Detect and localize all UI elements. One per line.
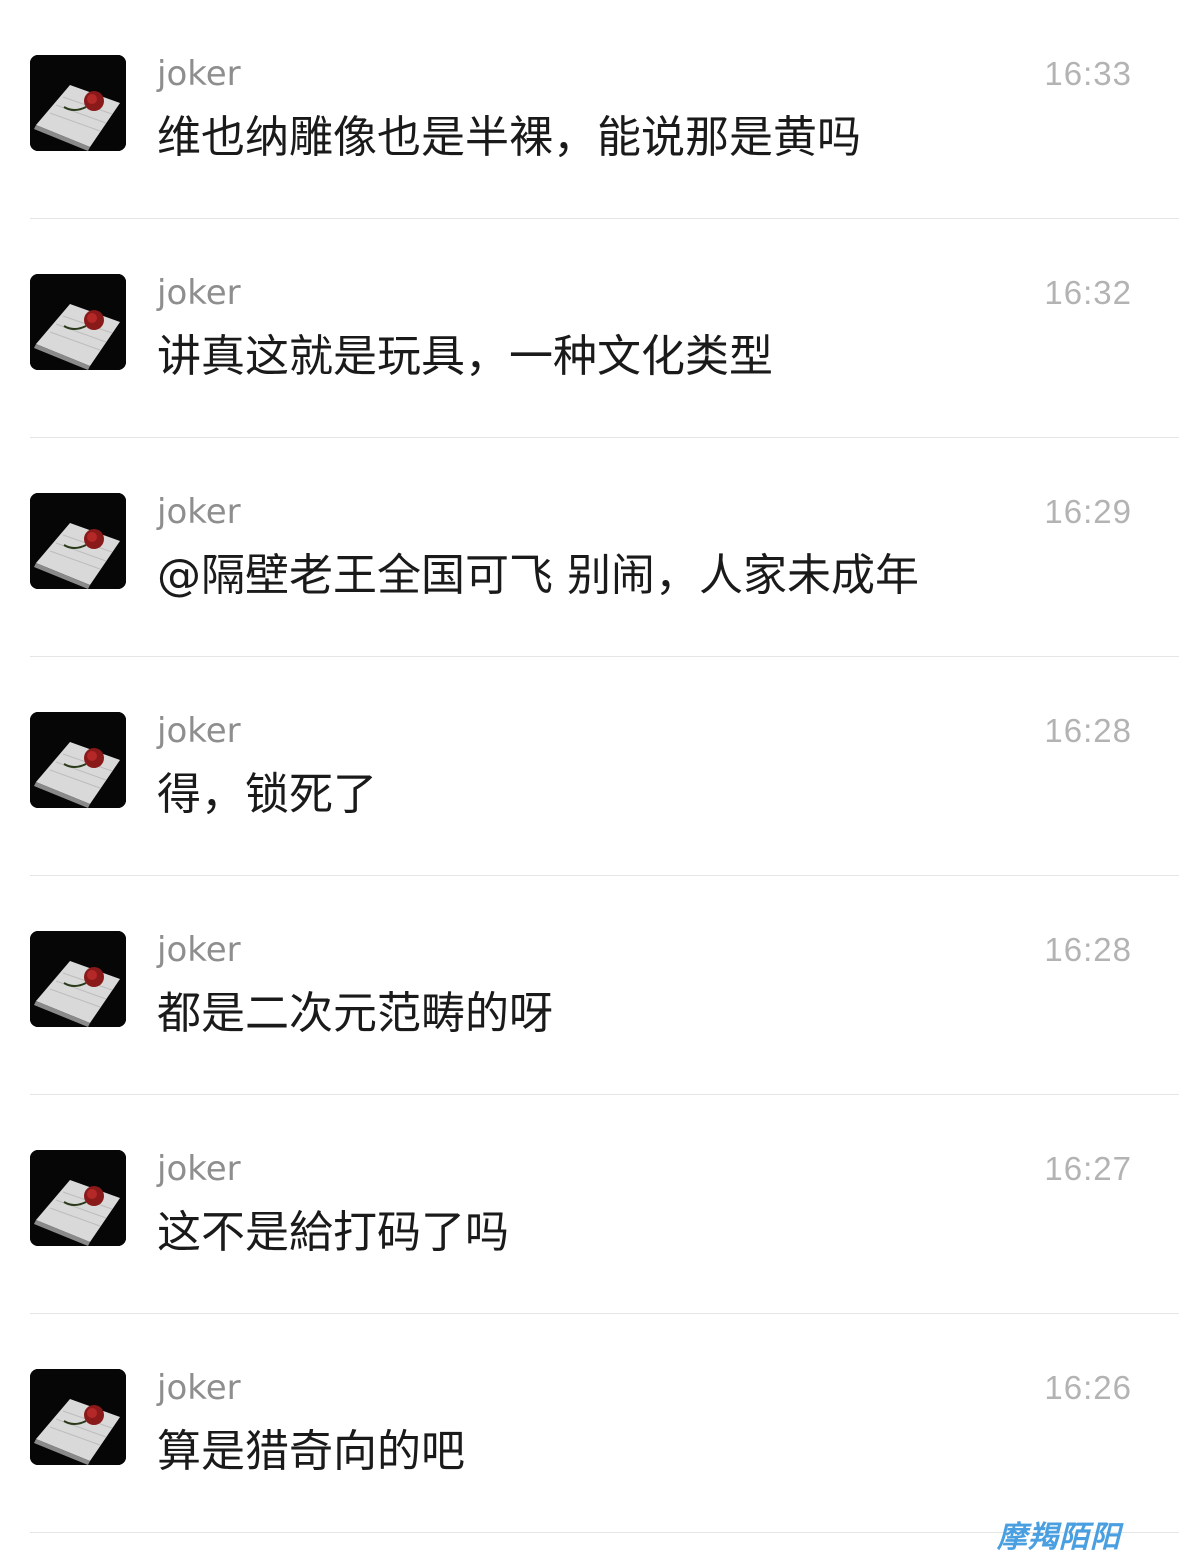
sender-name: joker: [157, 54, 241, 94]
message-time: 16:29: [1044, 493, 1132, 530]
message-text: 维也纳雕像也是半裸，能说那是黄吗: [157, 112, 861, 163]
message-text: 算是猎奇向的吧: [157, 1426, 465, 1477]
message-time: 16:26: [1044, 1369, 1132, 1406]
sender-name: joker: [157, 273, 241, 313]
sender-name: joker: [157, 711, 241, 751]
book-rose-icon: [30, 931, 126, 1027]
avatar[interactable]: [30, 712, 126, 808]
avatar[interactable]: [30, 493, 126, 589]
message-text: @隔壁老王全国可飞 别闹，人家未成年: [157, 550, 919, 601]
book-rose-icon: [30, 712, 126, 808]
sender-name: joker: [157, 1149, 241, 1189]
message-text: 这不是給打码了吗: [157, 1207, 509, 1258]
avatar[interactable]: [30, 931, 126, 1027]
list-item[interactable]: joker 16:26 算是猎奇向的吧: [0, 1314, 1179, 1533]
avatar[interactable]: [30, 274, 126, 370]
list-item[interactable]: joker 16:29 @隔壁老王全国可飞 别闹，人家未成年: [0, 438, 1179, 657]
list-item[interactable]: joker 16:27 这不是給打码了吗: [0, 1095, 1179, 1314]
book-rose-icon: [30, 274, 126, 370]
avatar[interactable]: [30, 1369, 126, 1465]
message-time: 16:32: [1044, 274, 1132, 311]
sender-name: joker: [157, 1368, 241, 1408]
watermark: 摩羯陌阳: [997, 1520, 1121, 1555]
message-time: 16:28: [1044, 712, 1132, 749]
list-item[interactable]: joker 16:33 维也纳雕像也是半裸，能说那是黄吗: [0, 0, 1179, 219]
list-item[interactable]: joker 16:32 讲真这就是玩具，一种文化类型: [0, 219, 1179, 438]
list-item[interactable]: joker 16:28 得，锁死了: [0, 657, 1179, 876]
sender-name: joker: [157, 492, 241, 532]
message-text: 都是二次元范畴的呀: [157, 988, 553, 1039]
chat-record-list: joker 16:33 维也纳雕像也是半裸，能说那是黄吗 joker 16:32…: [0, 0, 1179, 1533]
avatar[interactable]: [30, 55, 126, 151]
message-time: 16:28: [1044, 931, 1132, 968]
message-time: 16:27: [1044, 1150, 1132, 1187]
book-rose-icon: [30, 1150, 126, 1246]
message-text: 得，锁死了: [157, 769, 377, 820]
book-rose-icon: [30, 1369, 126, 1465]
sender-name: joker: [157, 930, 241, 970]
avatar[interactable]: [30, 1150, 126, 1246]
message-time: 16:33: [1044, 55, 1132, 92]
book-rose-icon: [30, 55, 126, 151]
book-rose-icon: [30, 493, 126, 589]
message-text: 讲真这就是玩具，一种文化类型: [157, 331, 773, 382]
list-item[interactable]: joker 16:28 都是二次元范畴的呀: [0, 876, 1179, 1095]
